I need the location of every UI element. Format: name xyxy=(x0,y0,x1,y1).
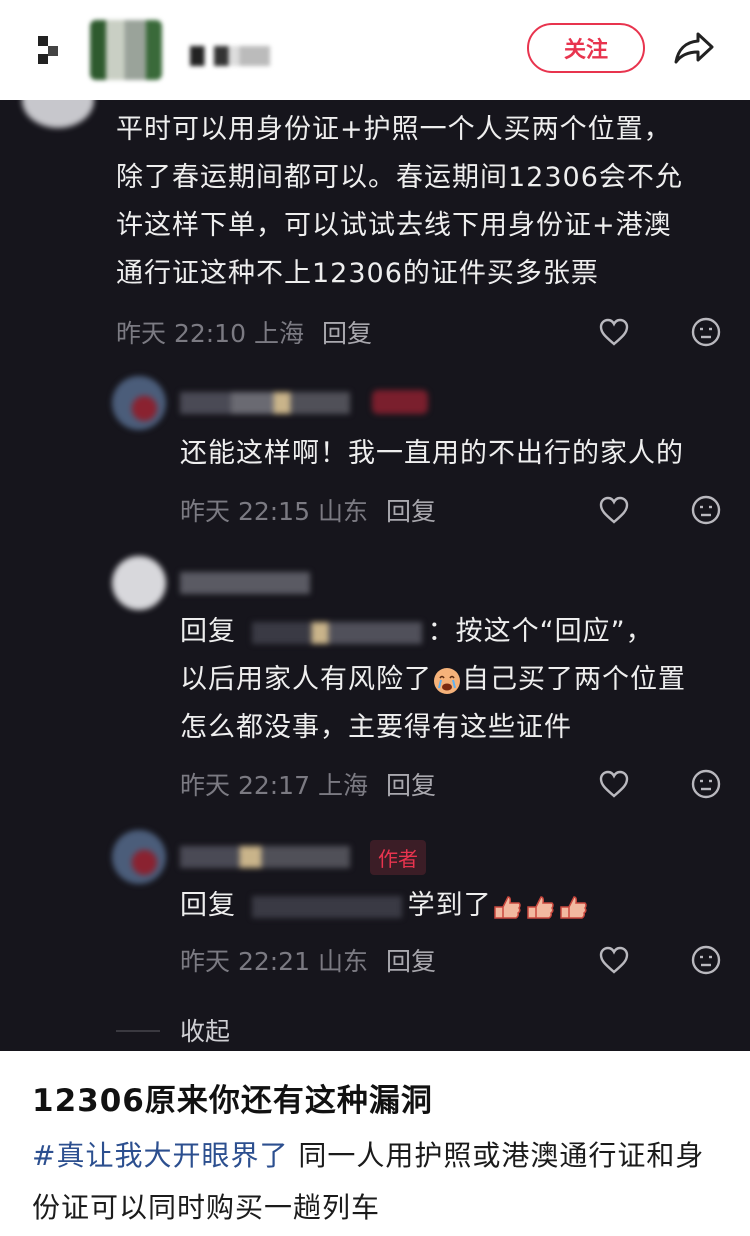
dislike-face-icon[interactable] xyxy=(690,944,722,976)
comment-location: 上海 xyxy=(317,771,368,800)
dislike-face-icon[interactable] xyxy=(690,316,722,348)
comment-text-line: 通行证这种不上12306的证件买多张票 xyxy=(116,258,599,289)
reply-button[interactable]: 回复 xyxy=(386,766,436,802)
comment-text-line: 除了春运期间都可以。春运期间12306会不允 xyxy=(116,162,683,193)
back-arrow-icon[interactable] xyxy=(30,28,70,68)
commenter-name[interactable] xyxy=(180,392,350,414)
comment-text-line: 许这样下单，可以试试去线下用身份证+港澳 xyxy=(116,210,672,241)
like-heart-icon[interactable] xyxy=(598,316,630,348)
comment-avatar[interactable] xyxy=(112,830,166,884)
comment-text-part: 自己买了两个位置 xyxy=(462,664,686,695)
crying-face-emoji-icon xyxy=(434,667,460,694)
dislike-face-icon[interactable] xyxy=(690,768,722,800)
comment-text-line: 以后用家人有风险了 自己买了两个位置 xyxy=(180,656,686,704)
comment-text-line: 回复 ：按这个“回应”， xyxy=(180,608,654,656)
comment-text-part: 以后用家人有风险了 xyxy=(180,664,432,695)
like-heart-icon[interactable] xyxy=(598,944,630,976)
comment-time: 昨天 22:15 xyxy=(180,497,310,526)
commenter-name[interactable] xyxy=(180,572,310,594)
comment-meta: 昨天 22:17 上海 回复 xyxy=(180,766,436,802)
reply-button[interactable]: 回复 xyxy=(386,492,436,528)
comment-avatar[interactable] xyxy=(22,100,94,128)
top-bar: 关注 xyxy=(0,0,750,100)
comment-location: 上海 xyxy=(253,319,304,348)
comment-time: 昨天 22:21 xyxy=(180,947,310,976)
comment-avatar[interactable] xyxy=(112,556,166,610)
thumbs-up-emoji-icon xyxy=(493,895,587,919)
reply-button[interactable]: 回复 xyxy=(322,314,372,350)
comment-time: 昨天 22:10 xyxy=(116,319,246,348)
author-avatar[interactable] xyxy=(90,20,162,80)
comment-location: 山东 xyxy=(317,947,368,976)
mentioned-user[interactable] xyxy=(251,621,422,644)
post-title: 12306原来你还有这种漏洞 xyxy=(32,1083,433,1119)
like-heart-icon[interactable] xyxy=(598,768,630,800)
post-description: #真让我大开眼界了 同一人用护照或港澳通行证和身份证可以同时购买一趟列车 xyxy=(32,1130,722,1234)
follow-button[interactable]: 关注 xyxy=(527,23,645,73)
comment-section: 平时可以用身份证+护照一个人买两个位置， 除了春运期间都可以。春运期间12306… xyxy=(0,100,750,1051)
author-tag: 作者 xyxy=(370,840,426,875)
comment-meta: 昨天 22:10 上海 回复 xyxy=(116,314,372,350)
commenter-name[interactable] xyxy=(180,846,350,868)
author-name[interactable] xyxy=(190,46,270,66)
comment-text-part: 学到了 xyxy=(407,890,492,921)
comment-text-line: 怎么都没事，主要得有这些证件 xyxy=(180,712,572,743)
share-icon[interactable] xyxy=(672,28,716,68)
mentioned-user[interactable] xyxy=(251,895,402,918)
reply-suffix: ：按这个“回应”， xyxy=(427,616,654,647)
comment-text: 还能这样啊！我一直用的不出行的家人的 xyxy=(180,438,684,469)
reply-prefix: 回复 xyxy=(180,890,236,921)
collapse-replies-button[interactable]: 收起 xyxy=(180,1012,230,1048)
dislike-face-icon[interactable] xyxy=(690,494,722,526)
comment-meta: 昨天 22:15 山东 回复 xyxy=(180,492,436,528)
comment-avatar[interactable] xyxy=(112,376,166,430)
commenter-badge xyxy=(372,390,428,414)
collapse-divider xyxy=(116,1030,160,1032)
comment-time: 昨天 22:17 xyxy=(180,771,310,800)
reply-button[interactable]: 回复 xyxy=(386,942,436,978)
comment-location: 山东 xyxy=(317,497,368,526)
comment-text-line: 平时可以用身份证+护照一个人买两个位置， xyxy=(116,114,672,145)
comment-meta: 昨天 22:21 山东 回复 xyxy=(180,942,436,978)
comment-text-line: 回复 学到了 xyxy=(180,882,592,930)
reply-prefix: 回复 xyxy=(180,616,236,647)
hashtag-link[interactable]: #真让我大开眼界了 xyxy=(32,1139,288,1172)
like-heart-icon[interactable] xyxy=(598,494,630,526)
